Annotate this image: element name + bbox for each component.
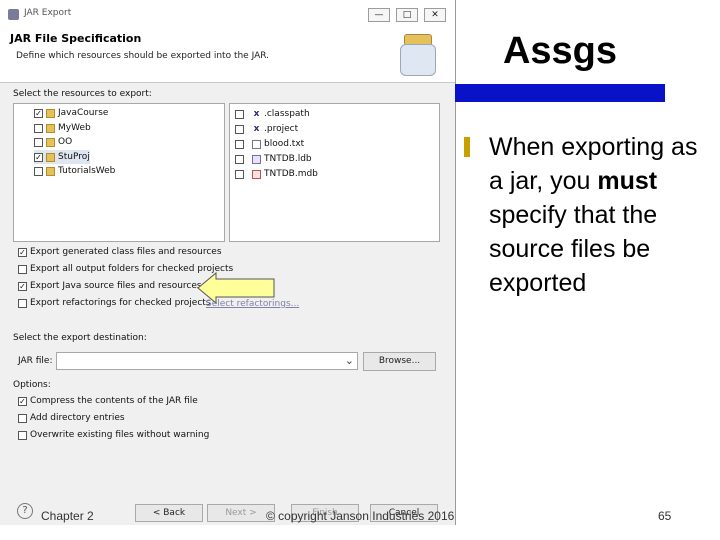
checkbox[interactable] bbox=[235, 124, 244, 134]
title-underline-bar bbox=[455, 84, 665, 102]
file-item[interactable]: x .classpath bbox=[235, 107, 310, 121]
text-file-icon bbox=[252, 139, 261, 149]
checkbox[interactable] bbox=[34, 137, 43, 147]
header-title: JAR File Specification bbox=[10, 32, 142, 45]
option-label: Export refactorings for checked projects bbox=[30, 298, 211, 308]
bullet-text: When exporting as a jar, you must specif… bbox=[489, 130, 714, 300]
jar-file-label: JAR file: bbox=[18, 356, 53, 366]
bullet-text-end: specify that the source files be exporte… bbox=[489, 201, 658, 297]
file-item[interactable]: blood.txt bbox=[235, 137, 304, 151]
checkbox[interactable] bbox=[18, 430, 27, 440]
help-icon[interactable]: ? bbox=[17, 503, 33, 519]
project-folder-icon bbox=[46, 137, 55, 147]
checkbox[interactable] bbox=[18, 264, 27, 274]
add-directory-entries-option[interactable]: Add directory entries bbox=[18, 413, 125, 423]
export-source-files-option[interactable]: ✓ Export Java source files and resources bbox=[18, 281, 202, 291]
file-item[interactable]: TNTDB.mdb bbox=[235, 167, 318, 181]
checkbox[interactable]: ✓ bbox=[34, 108, 43, 118]
checkbox[interactable] bbox=[235, 109, 244, 119]
option-label: Overwrite existing files without warning bbox=[30, 430, 210, 440]
bullet-text-start: When exporting as a jar, you bbox=[489, 133, 698, 195]
checkbox[interactable] bbox=[235, 169, 244, 179]
close-button[interactable]: ✕ bbox=[424, 8, 446, 22]
file-item-label: .project bbox=[264, 124, 299, 134]
option-label: Compress the contents of the JAR file bbox=[30, 396, 198, 406]
project-folder-icon bbox=[46, 108, 55, 118]
project-folder-icon bbox=[46, 166, 55, 176]
file-item-label: .classpath bbox=[264, 109, 310, 119]
jar-file-combo[interactable]: ⌄ bbox=[56, 352, 358, 370]
next-button[interactable]: Next > bbox=[207, 504, 275, 522]
tree-item-label: MyWeb bbox=[58, 123, 91, 133]
project-folder-icon bbox=[46, 152, 55, 162]
option-label: Export generated class files and resourc… bbox=[30, 247, 222, 257]
tree-item[interactable]: TutorialsWeb bbox=[34, 164, 115, 178]
tree-item-label: OO bbox=[58, 137, 73, 147]
window-title: JAR Export bbox=[24, 8, 72, 18]
export-class-files-option[interactable]: ✓ Export generated class files and resou… bbox=[18, 247, 222, 257]
slide-number: 65 bbox=[658, 509, 672, 523]
destination-label: Select the export destination: bbox=[13, 333, 147, 343]
option-label: Add directory entries bbox=[30, 413, 125, 423]
checkbox[interactable] bbox=[235, 139, 244, 149]
export-refactorings-option[interactable]: Export refactorings for checked projects bbox=[18, 298, 211, 308]
header-description: Define which resources should be exporte… bbox=[16, 51, 270, 61]
callout-arrow bbox=[197, 271, 275, 305]
ldb-file-icon bbox=[252, 154, 261, 164]
chevron-down-icon[interactable]: ⌄ bbox=[345, 354, 354, 367]
bullet-icon bbox=[464, 137, 470, 157]
browse-button[interactable]: Browse... bbox=[363, 352, 436, 371]
minimize-button[interactable]: — bbox=[368, 8, 390, 22]
tree-item-selected[interactable]: ✓ StuProj bbox=[34, 150, 90, 164]
resources-label: Select the resources to export: bbox=[13, 89, 152, 99]
back-button[interactable]: < Back bbox=[135, 504, 203, 522]
project-folder-icon bbox=[46, 123, 55, 133]
options-label: Options: bbox=[13, 380, 51, 390]
file-item-label: TNTDB.ldb bbox=[264, 154, 312, 164]
maximize-button[interactable]: □ bbox=[396, 8, 418, 22]
project-file-icon: x bbox=[253, 123, 260, 134]
file-item-label: blood.txt bbox=[264, 139, 305, 149]
checkbox[interactable]: ✓ bbox=[34, 152, 43, 162]
option-label: Export Java source files and resources bbox=[30, 281, 202, 291]
tree-item-label: TutorialsWeb bbox=[58, 166, 116, 176]
window-icon bbox=[8, 9, 19, 20]
checkbox[interactable] bbox=[18, 298, 27, 308]
checkbox[interactable] bbox=[18, 413, 27, 423]
file-item[interactable]: TNTDB.ldb bbox=[235, 152, 312, 166]
checkbox[interactable] bbox=[34, 166, 43, 176]
checkbox[interactable]: ✓ bbox=[18, 247, 27, 257]
file-item-label: TNTDB.mdb bbox=[264, 169, 318, 179]
tree-item[interactable]: ✓ JavaCourse bbox=[34, 106, 108, 120]
tree-item-label: StuProj bbox=[58, 152, 90, 162]
classpath-icon: x bbox=[253, 108, 260, 119]
tree-item-label: JavaCourse bbox=[58, 108, 109, 118]
footer-copyright: © copyright Janson Industries 2016 bbox=[266, 509, 455, 523]
tree-item[interactable]: MyWeb bbox=[34, 121, 91, 135]
mdb-file-icon bbox=[252, 169, 261, 179]
bullet-text-emphasis: must bbox=[597, 167, 658, 195]
file-item[interactable]: x .project bbox=[235, 122, 298, 136]
checkbox[interactable] bbox=[235, 154, 244, 164]
checkbox[interactable] bbox=[34, 123, 43, 133]
jar-icon bbox=[400, 44, 436, 76]
compress-option[interactable]: ✓ Compress the contents of the JAR file bbox=[18, 396, 198, 406]
footer-chapter: Chapter 2 bbox=[41, 509, 94, 523]
slide-title: Assgs bbox=[502, 30, 618, 72]
tree-item[interactable]: OO bbox=[34, 135, 72, 149]
checkbox[interactable]: ✓ bbox=[18, 396, 27, 406]
overwrite-option[interactable]: Overwrite existing files without warning bbox=[18, 430, 209, 440]
checkbox[interactable]: ✓ bbox=[18, 281, 27, 291]
